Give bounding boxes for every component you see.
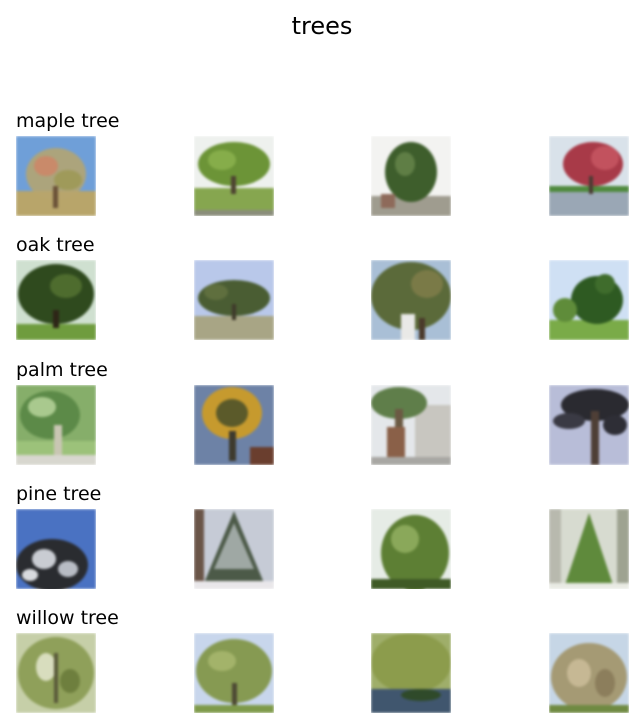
thumbnail-pine-tree-2 — [194, 509, 274, 589]
thumbnail-willow-tree-1 — [16, 633, 96, 713]
row-label: palm tree — [16, 359, 108, 381]
figure-title: trees — [291, 12, 353, 40]
row-label: oak tree — [16, 234, 95, 256]
thumbnail-palm-tree-1 — [16, 385, 96, 465]
thumbnail-maple-tree-4 — [549, 136, 629, 216]
image-row-willow-tree: willow tree — [16, 607, 629, 717]
thumbnail-pine-tree-3 — [371, 509, 451, 589]
thumbnail-palm-tree-4 — [549, 385, 629, 465]
thumbnail-pine-tree-4 — [549, 509, 629, 589]
thumbnail-oak-tree-1 — [16, 260, 96, 340]
row-label: maple tree — [16, 110, 120, 132]
thumbnail-oak-tree-4 — [549, 260, 629, 340]
image-row-maple-tree: maple tree — [16, 110, 629, 220]
thumbnail-maple-tree-2 — [194, 136, 274, 216]
thumbnail-oak-tree-2 — [194, 260, 274, 340]
thumbnail-palm-tree-2 — [194, 385, 274, 465]
row-label: pine tree — [16, 483, 102, 505]
thumbnail-oak-tree-3 — [371, 260, 451, 340]
thumbnail-palm-tree-3 — [371, 385, 451, 465]
thumbnail-pine-tree-1 — [16, 509, 96, 589]
thumbnail-maple-tree-3 — [371, 136, 451, 216]
row-label: willow tree — [16, 607, 119, 629]
thumbnail-willow-tree-3 — [371, 633, 451, 713]
image-row-pine-tree: pine tree — [16, 483, 629, 593]
thumbnail-willow-tree-4 — [549, 633, 629, 713]
thumbnail-maple-tree-1 — [16, 136, 96, 216]
thumbnail-willow-tree-2 — [194, 633, 274, 713]
image-row-oak-tree: oak tree — [16, 234, 629, 344]
image-row-palm-tree: palm tree — [16, 359, 629, 469]
